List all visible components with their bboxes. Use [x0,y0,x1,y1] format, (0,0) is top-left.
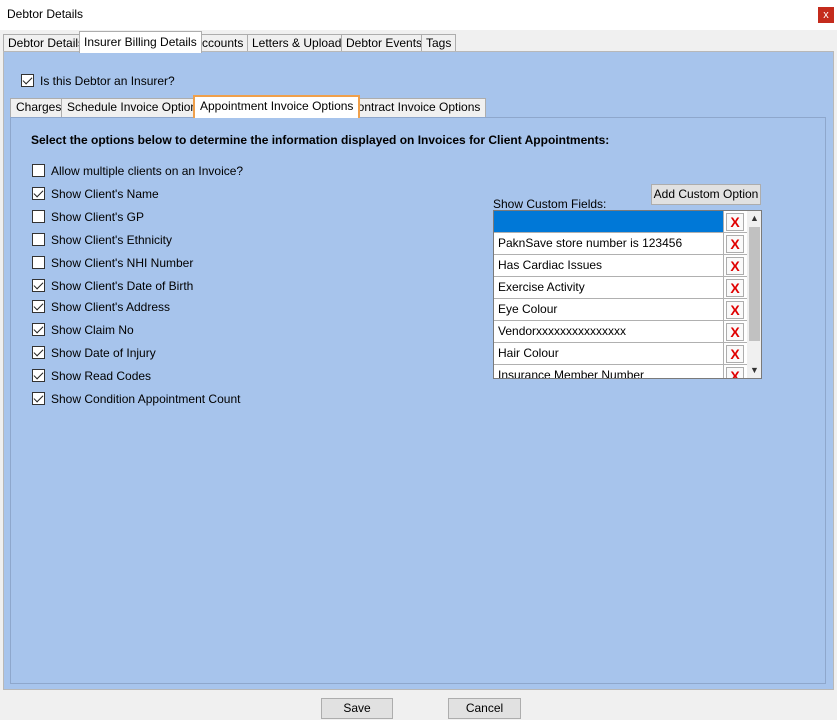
subtab-schedule-invoice-options[interactable]: Schedule Invoice Options [61,98,210,117]
delete-icon[interactable]: X [726,367,744,378]
title-bar: Debtor Details x [0,0,837,30]
custom-field-value[interactable]: Has Cardiac Issues [494,255,724,276]
close-button[interactable]: x [818,7,834,23]
is-insurer-checkbox[interactable] [21,74,34,87]
custom-field-row[interactable]: PaknSave store number is 123456 X [494,233,747,255]
window-title: Debtor Details [7,7,84,21]
option-label: Show Client's NHI Number [51,256,194,270]
option-checkbox[interactable] [32,256,45,269]
custom-field-value[interactable]: Exercise Activity [494,277,724,298]
custom-field-row[interactable]: Exercise Activity X [494,277,747,299]
custom-field-value[interactable] [494,211,724,232]
option-label: Allow multiple clients on an Invoice? [51,164,244,178]
option-checkbox[interactable] [32,279,45,292]
option-label: Show Condition Appointment Count [51,392,241,406]
option-checkbox[interactable] [32,300,45,313]
custom-field-row[interactable]: Has Cardiac Issues X [494,255,747,277]
option-checkbox[interactable] [32,187,45,200]
subtab-appointment-invoice-options[interactable]: Appointment Invoice Options [193,95,361,118]
scroll-up-arrow-icon[interactable]: ▲ [747,211,761,226]
tab-debtor-details[interactable]: Debtor Details [3,34,90,52]
option-checkbox[interactable] [32,210,45,223]
delete-icon[interactable]: X [726,213,744,231]
custom-field-value[interactable]: Insurance Member Number [494,365,724,378]
option-checkbox[interactable] [32,164,45,177]
delete-icon[interactable]: X [726,301,744,319]
option-label: Show Client's Name [51,187,159,201]
custom-fields-list[interactable]: X PaknSave store number is 123456 X Has Car… [493,210,762,379]
custom-field-row[interactable]: Eye Colour X [494,299,747,321]
custom-field-value[interactable]: Vendorxxxxxxxxxxxxxxx [494,321,724,342]
cancel-button[interactable]: Cancel [448,698,521,719]
option-label: Show Client's Ethnicity [51,233,173,247]
option-label: Show Client's Date of Birth [51,279,194,293]
add-custom-option-button[interactable]: Add Custom Option [651,184,761,205]
is-insurer-label: Is this Debtor an Insurer? [40,74,175,88]
tab-tags[interactable]: Tags [421,34,457,52]
option-checkbox[interactable] [32,346,45,359]
delete-icon[interactable]: X [726,323,744,341]
option-label: Show Read Codes [51,369,152,383]
delete-icon[interactable]: X [726,257,744,275]
option-label: Show Date of Injury [51,346,156,360]
custom-field-row[interactable]: Insurance Member Number X [494,365,747,378]
tab-debtor-events[interactable]: Debtor Events [341,34,428,52]
footer-bar [0,690,837,720]
custom-field-row[interactable]: Hair Colour X [494,343,747,365]
custom-field-value[interactable]: PaknSave store number is 123456 [494,233,724,254]
delete-icon[interactable]: X [726,235,744,253]
option-checkbox[interactable] [32,233,45,246]
custom-field-value[interactable]: Hair Colour [494,343,724,364]
custom-fields-label: Show Custom Fields: [493,197,607,211]
tab-letters-uploads[interactable]: Letters & Uploads [247,34,353,52]
option-label: Show Claim No [51,323,134,337]
scroll-thumb[interactable] [749,227,760,341]
option-checkbox[interactable] [32,392,45,405]
option-label: Show Client's Address [51,300,171,314]
option-checkbox[interactable] [32,323,45,336]
save-button[interactable]: Save [321,698,393,719]
custom-field-row[interactable]: X [494,211,747,233]
scroll-down-arrow-icon[interactable]: ▼ [747,363,761,378]
option-checkbox[interactable] [32,369,45,382]
delete-icon[interactable]: X [726,279,744,297]
options-heading: Select the options below to determine th… [31,133,610,147]
subtab-contract-invoice-options[interactable]: Contract Invoice Options [343,98,487,117]
subtab-charges[interactable]: Charges [10,98,68,117]
option-label: Show Client's GP [51,210,144,224]
list-scrollbar[interactable]: ▲ ▼ [747,211,761,378]
delete-icon[interactable]: X [726,345,744,363]
tab-insurer-billing-details[interactable]: Insurer Billing Details [79,31,202,53]
custom-field-row[interactable]: Vendorxxxxxxxxxxxxxxx X [494,321,747,343]
custom-field-value[interactable]: Eye Colour [494,299,724,320]
